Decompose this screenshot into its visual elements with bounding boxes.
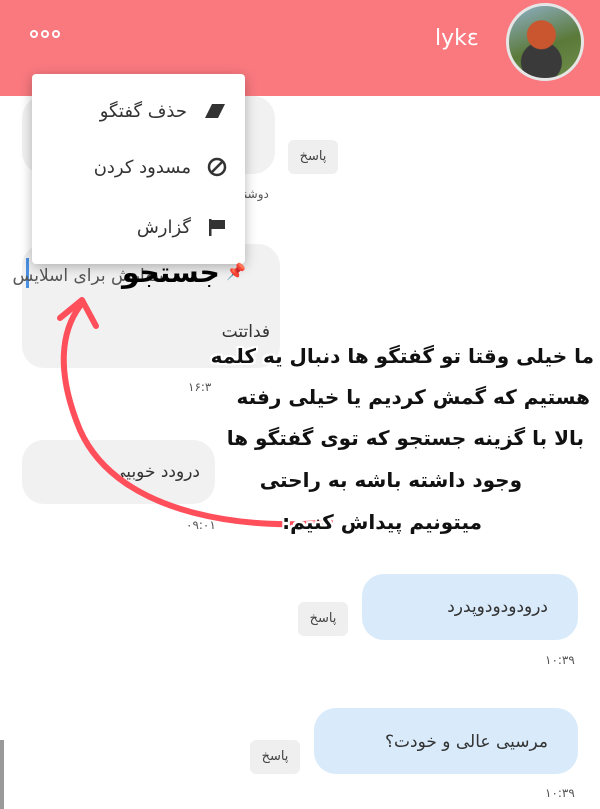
annotation-line-4: وجود داشته باشه به راحتی	[259, 468, 522, 492]
annotation-line-1: ما خیلی وقتا تو گفتگو ها دنبال یه کلمه	[210, 344, 594, 368]
annotation-line-3: بالا با گزینه جستجو که توی گفتگو ها	[226, 426, 584, 450]
annotation-line-2: هستیم که گمش کردیم یا خیلی رفته	[236, 385, 590, 409]
annotation-line-5: میتونیم پیداش کنیم:	[282, 510, 482, 534]
